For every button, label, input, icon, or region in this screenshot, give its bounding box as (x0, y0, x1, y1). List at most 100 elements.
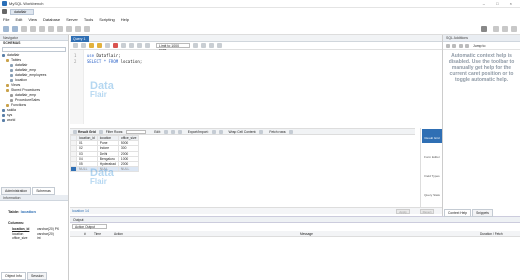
window-controls: – □ × (483, 1, 517, 6)
tab-administration[interactable]: Administration (1, 187, 32, 195)
execute-current-icon[interactable] (97, 43, 102, 48)
stop-icon[interactable] (113, 43, 118, 48)
menu-server[interactable]: Server (66, 16, 78, 23)
maximize-button[interactable]: □ (496, 1, 503, 6)
column-header-location-id[interactable]: location_id (76, 134, 98, 142)
output-area[interactable] (70, 237, 520, 280)
invisible-chars-icon[interactable] (209, 43, 214, 48)
beautify-icon[interactable] (193, 43, 198, 48)
back-icon[interactable] (446, 44, 450, 48)
schema-filter-input[interactable] (2, 47, 66, 52)
manual-help-icon[interactable] (465, 44, 469, 48)
query-tab-bar: Query 1 (70, 35, 442, 42)
revert-button[interactable]: Revert (420, 209, 434, 214)
search-table-icon[interactable] (75, 25, 81, 32)
create-table-icon[interactable] (39, 25, 45, 32)
sql-additions-header: SQL Additions (443, 35, 520, 42)
filter-rows-label: Filter Rows: (105, 129, 124, 134)
fetch-rows-label: Fetch rows: (269, 129, 287, 134)
column-header-office-size[interactable]: office_size (117, 134, 140, 142)
output-type-select[interactable]: Action Output (72, 224, 107, 229)
edit-row-icon[interactable] (163, 129, 168, 134)
tab-session[interactable]: Session (26, 272, 48, 280)
schemas-heading: SCHEMAS (3, 41, 21, 45)
field-types-button[interactable]: Field Types (422, 167, 442, 181)
menu-view[interactable]: View (28, 16, 37, 23)
connection-tab[interactable]: dataflair (10, 9, 34, 15)
inspector-icon[interactable] (21, 25, 27, 32)
word-wrap-icon[interactable] (217, 43, 222, 48)
procedure-icon (10, 98, 13, 102)
delete-row-icon[interactable] (177, 129, 182, 134)
import-icon[interactable] (218, 129, 223, 134)
context-help-text: Automatic context help is disabled. Use … (448, 53, 515, 83)
toggle-sidebar-icon[interactable] (511, 25, 517, 32)
create-procedure-icon[interactable] (57, 25, 63, 32)
procedure-icon (10, 93, 13, 97)
sql-additions-tabs: Context Help Snippets (443, 209, 520, 217)
export-icon[interactable] (211, 129, 216, 134)
close-button[interactable]: × (510, 1, 517, 6)
form-editor-button[interactable]: Form Editor (422, 148, 442, 162)
auto-help-icon[interactable] (459, 44, 463, 48)
tab-snippets[interactable]: Snippets (472, 209, 493, 217)
add-row-icon[interactable] (170, 129, 175, 134)
cell[interactable]: NULL (117, 166, 140, 173)
new-sql-tab-icon[interactable] (3, 25, 9, 32)
info-columns-list: location_id varchar(20) PK location varcha… (12, 227, 67, 241)
query-toolbar: Limit to 1000 rows (70, 42, 442, 52)
find-icon[interactable] (201, 43, 206, 48)
result-grid-button[interactable]: Result Grid (422, 129, 442, 143)
menu-file[interactable]: File (3, 16, 9, 23)
tree-item-world[interactable]: world (0, 118, 68, 123)
limit-rows-select[interactable]: Limit to 1000 rows (156, 43, 190, 52)
open-sql-script-icon[interactable] (12, 25, 18, 32)
table-icon (10, 68, 13, 72)
open-file-icon[interactable] (73, 43, 78, 48)
tab-context-help[interactable]: Context Help (444, 209, 472, 217)
create-view-icon[interactable] (48, 25, 54, 32)
code-line-2: 2 SELECT * FROM location; (74, 59, 143, 64)
result-tab-bar: location 14 Apply Revert (70, 207, 442, 214)
menu-database[interactable]: Database (43, 16, 60, 23)
menu-tools[interactable]: Tools (84, 16, 93, 23)
create-schema-icon[interactable] (30, 25, 36, 32)
toggle-navigator-icon[interactable] (493, 25, 499, 32)
reconnect-icon[interactable] (84, 25, 90, 32)
create-function-icon[interactable] (66, 25, 72, 32)
table-icon (10, 73, 13, 77)
toggle-error-icon[interactable] (121, 43, 126, 48)
minimize-button[interactable]: – (483, 1, 490, 6)
tab-object-info[interactable]: Object Info (1, 272, 26, 280)
filter-rows-input[interactable] (126, 129, 147, 134)
wrap-cell-icon[interactable] (259, 129, 264, 134)
sql-additions-toolbar: Jump to (443, 42, 520, 50)
execute-icon[interactable] (89, 43, 94, 48)
autocommit-icon[interactable] (145, 43, 150, 48)
cell[interactable]: Hyderabad (96, 160, 119, 168)
commit-icon[interactable] (129, 43, 134, 48)
fetch-rows-icon[interactable] (289, 129, 294, 134)
sql-editor[interactable]: 1 use Dataflair; 2 SELECT * FROM locatio… (70, 50, 442, 124)
menu-help[interactable]: Help (121, 16, 129, 23)
explain-icon[interactable] (105, 43, 110, 48)
jump-to-label[interactable]: Jump to (473, 44, 485, 48)
query-stats-button[interactable]: Query Stats (422, 186, 442, 200)
menu-scripting[interactable]: Scripting (99, 16, 115, 23)
apply-button[interactable]: Apply (396, 209, 410, 214)
save-icon[interactable] (81, 43, 86, 48)
information-tabs: Object Info Session (0, 272, 69, 280)
home-icon[interactable] (2, 9, 7, 14)
tab-schemas[interactable]: Schemas (32, 187, 55, 195)
gear-icon[interactable] (481, 25, 487, 32)
folder-icon (6, 103, 9, 107)
forward-icon[interactable] (452, 44, 456, 48)
database-icon (2, 53, 5, 57)
rollback-icon[interactable] (137, 43, 142, 48)
grid-options-icon[interactable] (98, 129, 103, 134)
menu-edit[interactable]: Edit (15, 16, 22, 23)
result-tab-location[interactable]: location 14 (72, 209, 89, 214)
result-grid: location_id location office_size 01 Pune… (70, 134, 415, 207)
toggle-output-icon[interactable] (502, 25, 508, 32)
wrap-cell-label: Wrap Cell Content: (228, 129, 257, 134)
